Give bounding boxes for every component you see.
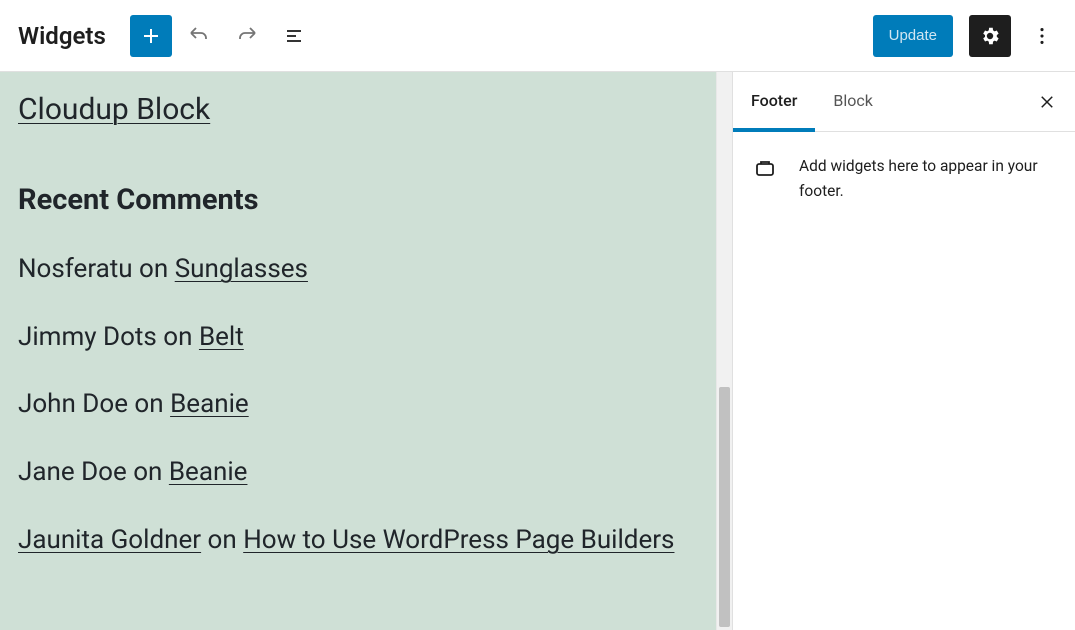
panel-content: Add widgets here to appear in your foote… <box>733 132 1075 226</box>
recent-comments-heading: Recent Comments <box>18 183 698 217</box>
recent-comments-list: Nosferatu on Sunglasses Jimmy Dots on Be… <box>18 251 698 559</box>
undo-button[interactable] <box>178 15 220 57</box>
settings-button[interactable] <box>969 15 1011 57</box>
list-item: Jimmy Dots on Belt <box>18 319 698 357</box>
widget-area-icon <box>753 156 777 184</box>
comment-post-link[interactable]: Belt <box>199 322 244 352</box>
list-item: Jaunita Goldner on How to Use WordPress … <box>18 522 698 560</box>
options-button[interactable] <box>1021 15 1063 57</box>
list-view-icon <box>283 24 307 48</box>
comment-post-link[interactable]: How to Use WordPress Page Builders <box>243 525 674 555</box>
comment-author: Nosferatu <box>18 254 133 284</box>
comment-author: John Doe <box>18 389 128 419</box>
panel-description: Add widgets here to appear in your foote… <box>799 154 1055 204</box>
close-sidebar-button[interactable] <box>1027 82 1067 122</box>
page-title: Widgets <box>12 22 114 50</box>
list-item: Nosferatu on Sunglasses <box>18 251 698 289</box>
gear-icon <box>979 25 1001 47</box>
undo-icon <box>187 24 211 48</box>
sidebar-tabs: Footer Block <box>733 72 1075 132</box>
update-button[interactable]: Update <box>873 15 953 57</box>
settings-sidebar: Footer Block Add widgets here to appear … <box>732 72 1075 630</box>
comment-post-link[interactable]: Sunglasses <box>175 254 308 284</box>
comment-author: Jane Doe <box>18 457 127 487</box>
block-link-cloudup[interactable]: Cloudup Block <box>18 92 210 127</box>
tab-footer[interactable]: Footer <box>733 72 815 132</box>
redo-icon <box>235 24 259 48</box>
comment-post-link[interactable]: Beanie <box>169 457 248 487</box>
editor-canvas[interactable]: Cloudup Block Recent Comments Nosferatu … <box>0 72 716 630</box>
top-toolbar: Widgets Update <box>0 0 1075 72</box>
close-icon <box>1038 93 1056 111</box>
editor-scrollbar[interactable] <box>716 72 732 630</box>
comment-author-link[interactable]: Jaunita Goldner <box>18 525 201 555</box>
tab-block[interactable]: Block <box>815 72 890 132</box>
list-item: John Doe on Beanie <box>18 386 698 424</box>
scrollbar-thumb[interactable] <box>719 387 730 627</box>
add-block-button[interactable] <box>130 15 172 57</box>
list-item: Jane Doe on Beanie <box>18 454 698 492</box>
more-vertical-icon <box>1031 25 1053 47</box>
comment-post-link[interactable]: Beanie <box>170 389 249 419</box>
plus-icon <box>139 24 163 48</box>
comment-author: Jimmy Dots <box>18 322 157 352</box>
redo-button[interactable] <box>226 15 268 57</box>
list-view-button[interactable] <box>274 15 316 57</box>
